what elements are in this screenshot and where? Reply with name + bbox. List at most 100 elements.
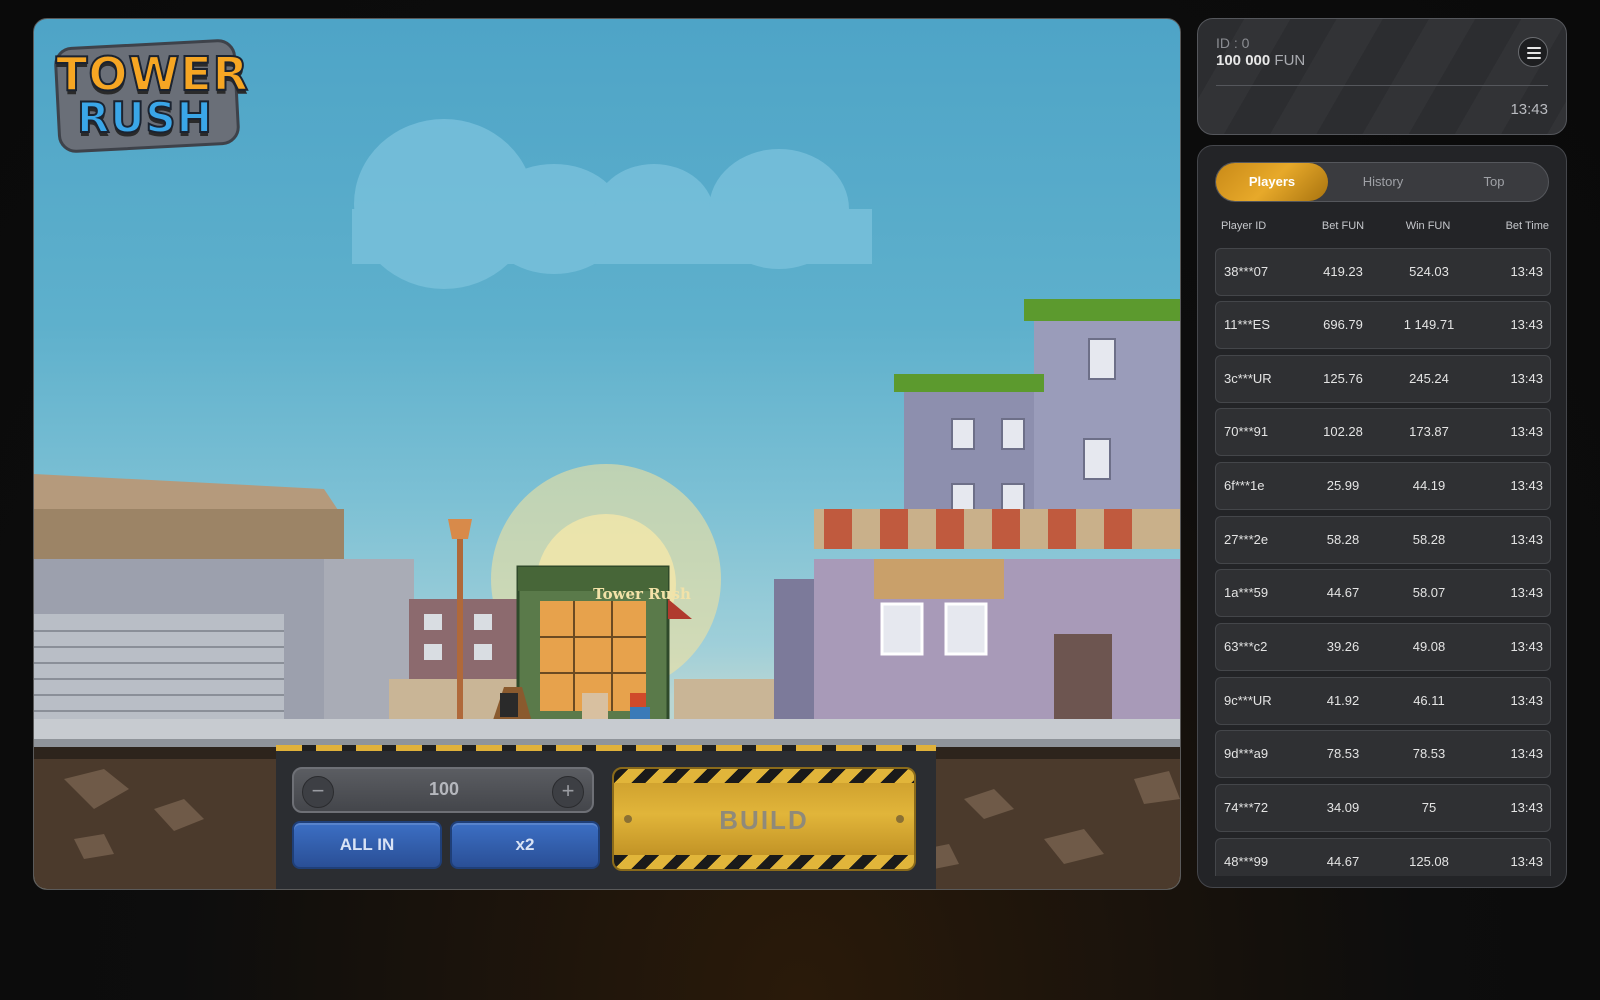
- time-cell: 13:43: [1510, 478, 1543, 493]
- double-bet-button[interactable]: x2: [450, 821, 600, 869]
- build-hazard-top: [614, 769, 914, 783]
- time-cell: 13:43: [1510, 746, 1543, 761]
- build-hazard-bottom: [614, 855, 914, 869]
- players-panel: Players History Top Player ID Bet FUN Wi…: [1197, 145, 1567, 888]
- decrease-bet-button[interactable]: −: [302, 776, 334, 808]
- bet-cell: 78.53: [1326, 746, 1360, 761]
- table-row: 9c***UR 41.92 46.11 13:43: [1215, 677, 1551, 725]
- table-row: 9d***a9 78.53 78.53 13:43: [1215, 730, 1551, 778]
- apartment-building: [894, 299, 1180, 544]
- win-cell: 245.24: [1409, 371, 1449, 386]
- win-cell: 46.11: [1413, 693, 1445, 708]
- table-row: 63***c2 39.26 49.08 13:43: [1215, 623, 1551, 671]
- table-row: 6f***1e 25.99 44.19 13:43: [1215, 462, 1551, 510]
- tab-players[interactable]: Players: [1216, 163, 1328, 201]
- bet-cell: 696.79: [1323, 317, 1363, 332]
- time-cell: 13:43: [1510, 532, 1543, 547]
- tab-bar: Players History Top: [1215, 162, 1549, 202]
- game-viewport: TOWER RUSH Tower Rush − 100 + ALL IN x2 …: [33, 18, 1181, 890]
- time-cell: 13:43: [1510, 639, 1543, 654]
- table-row: 3c***UR 125.76 245.24 13:43: [1215, 355, 1551, 403]
- cloud: [352, 119, 872, 289]
- table-row: 74***72 34.09 75 13:43: [1215, 784, 1551, 832]
- tab-history[interactable]: History: [1327, 163, 1439, 201]
- time-cell: 13:43: [1510, 585, 1543, 600]
- time-cell: 13:43: [1510, 693, 1543, 708]
- win-cell: 58.07: [1412, 585, 1446, 600]
- account-id: ID : 0: [1216, 35, 1250, 51]
- bet-cell: 39.26: [1326, 639, 1360, 654]
- win-cell: 49.08: [1412, 639, 1446, 654]
- player-id-cell: 74***72: [1224, 800, 1269, 815]
- player-id-cell: 70***91: [1224, 424, 1269, 439]
- bet-cell: 419.23: [1323, 264, 1363, 279]
- win-cell: 173.87: [1409, 424, 1449, 439]
- bet-cell: 44.67: [1326, 585, 1360, 600]
- players-table: 38***07 419.23 524.03 13:43 11***ES 696.…: [1215, 248, 1551, 876]
- win-cell: 125.08: [1409, 854, 1449, 869]
- column-header-win: Win FUN: [1405, 220, 1451, 232]
- game-logo: TOWER RUSH: [53, 38, 249, 154]
- win-cell: 58.28: [1412, 532, 1446, 547]
- logo-word-rush: RUSH: [76, 92, 213, 143]
- bet-amount-value[interactable]: 100: [354, 779, 534, 800]
- account-card: ID : 0 100 000 FUN 13:43: [1197, 18, 1567, 135]
- increase-bet-button[interactable]: +: [552, 776, 584, 808]
- win-cell: 524.03: [1409, 264, 1449, 279]
- player-id-cell: 11***ES: [1224, 317, 1271, 332]
- table-row: 11***ES 696.79 1 149.71 13:43: [1215, 301, 1551, 349]
- table-row: 38***07 419.23 524.03 13:43: [1215, 248, 1551, 296]
- table-row: 70***91 102.28 173.87 13:43: [1215, 408, 1551, 456]
- bet-cell: 102.28: [1323, 424, 1363, 439]
- shop-building-right: [774, 509, 1180, 739]
- time-cell: 13:43: [1510, 854, 1543, 869]
- table-row: 1a***59 44.67 58.07 13:43: [1215, 569, 1551, 617]
- table-row: 27***2e 58.28 58.28 13:43: [1215, 516, 1551, 564]
- all-in-button[interactable]: ALL IN: [292, 821, 442, 869]
- player-id-cell: 9d***a9: [1224, 746, 1269, 761]
- player-id-cell: 63***c2: [1224, 639, 1268, 654]
- divider: [1216, 85, 1548, 86]
- bet-control-panel: − 100 + ALL IN x2 BUILD: [276, 745, 936, 889]
- player-id-cell: 1a***59: [1224, 585, 1269, 600]
- column-header-player-id: Player ID: [1221, 220, 1267, 232]
- build-button[interactable]: BUILD: [612, 767, 916, 871]
- win-cell: 1 149.71: [1403, 317, 1455, 332]
- clock-time: 13:43: [1510, 101, 1548, 118]
- table-row: 48***99 44.67 125.08 13:43: [1215, 838, 1551, 876]
- hazard-stripe: [276, 745, 936, 751]
- time-cell: 13:43: [1510, 264, 1543, 279]
- player-id-cell: 48***99: [1224, 854, 1269, 869]
- win-cell: 44.19: [1412, 478, 1446, 493]
- bet-cell: 44.67: [1326, 854, 1360, 869]
- player-id-cell: 6f***1e: [1224, 478, 1265, 493]
- time-cell: 13:43: [1510, 317, 1543, 332]
- bet-amount-stepper[interactable]: − 100 +: [292, 767, 594, 813]
- plus-icon: +: [561, 778, 575, 803]
- shop-sign: Tower Rush: [593, 585, 691, 603]
- bet-cell: 25.99: [1326, 478, 1360, 493]
- time-cell: 13:43: [1510, 424, 1543, 439]
- win-cell: 78.53: [1412, 746, 1446, 761]
- account-balance: 100 000 FUN: [1216, 52, 1305, 69]
- minus-icon: −: [311, 778, 325, 803]
- tab-top[interactable]: Top: [1438, 163, 1550, 201]
- time-cell: 13:43: [1510, 371, 1543, 386]
- column-header-bet-time: Bet Time: [1505, 220, 1549, 232]
- balance-currency: FUN: [1274, 52, 1306, 69]
- player-id-cell: 27***2e: [1224, 532, 1269, 547]
- build-label: BUILD: [719, 805, 809, 835]
- warehouse-building: [34, 474, 414, 739]
- bet-cell: 58.28: [1326, 532, 1360, 547]
- balance-amount: 100 000: [1216, 52, 1271, 69]
- hamburger-menu-icon[interactable]: [1518, 37, 1548, 67]
- bet-cell: 34.09: [1326, 800, 1360, 815]
- player-id-cell: 38***07: [1224, 264, 1269, 279]
- time-cell: 13:43: [1510, 800, 1543, 815]
- player-id-cell: 3c***UR: [1224, 371, 1272, 386]
- bet-cell: 41.92: [1326, 693, 1360, 708]
- bet-cell: 125.76: [1323, 371, 1363, 386]
- column-header-bet: Bet FUN: [1321, 220, 1365, 232]
- player-id-cell: 9c***UR: [1224, 693, 1272, 708]
- win-cell: 75: [1421, 800, 1437, 815]
